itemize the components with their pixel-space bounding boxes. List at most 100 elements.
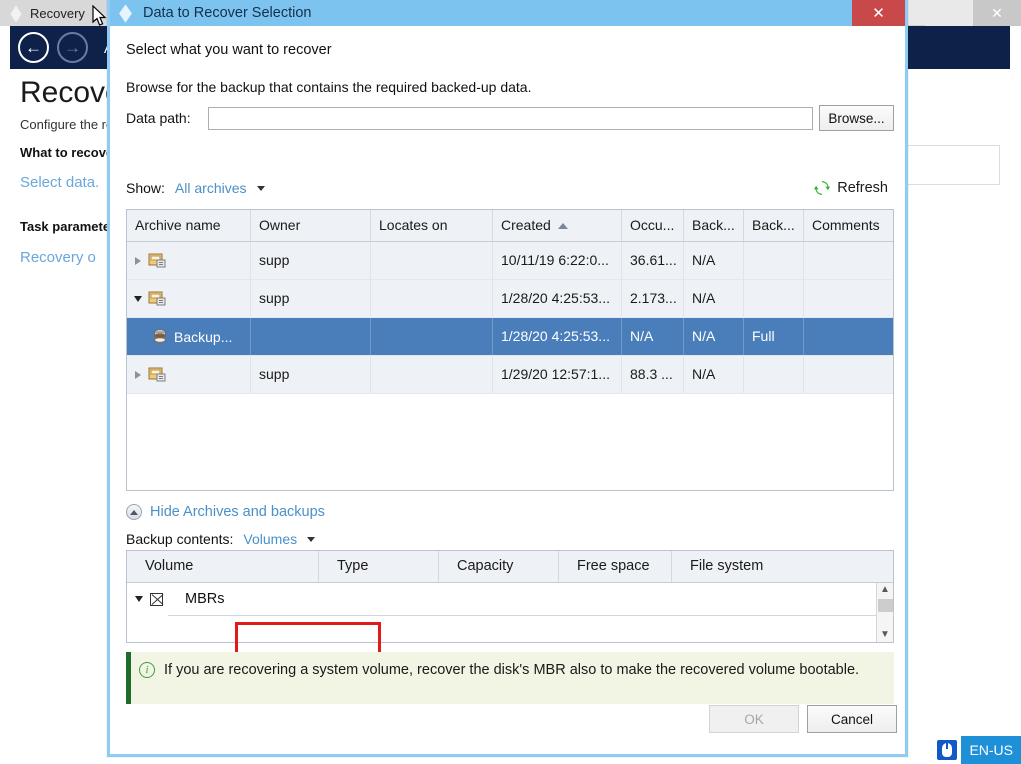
app-logo-icon bbox=[10, 6, 24, 20]
locates-on-cell bbox=[371, 356, 493, 393]
owner-cell bbox=[251, 318, 371, 355]
archive-icon bbox=[148, 366, 167, 383]
volumes-table-header: Volume Type Capacity Free space File sys… bbox=[127, 551, 893, 583]
back-arrow-icon[interactable]: ← bbox=[18, 32, 49, 63]
archive-name-cell[interactable] bbox=[127, 280, 251, 317]
column-header-occupied[interactable]: Occu... bbox=[622, 210, 684, 241]
data-to-recover-selection-dialog: Data to Recover Selection ✕ Select what … bbox=[107, 0, 908, 757]
volume-name-label: MBRs bbox=[185, 591, 225, 607]
column-header-backup-1[interactable]: Back... bbox=[684, 210, 744, 241]
archives-table-header: Archive name Owner Locates on Created Oc… bbox=[127, 210, 893, 242]
refresh-button[interactable]: Refresh bbox=[814, 180, 888, 196]
refresh-label: Refresh bbox=[837, 180, 888, 196]
info-banner-text: If you are recovering a system volume, r… bbox=[164, 662, 860, 678]
background-section-what-to-recover: What to recover bbox=[20, 145, 119, 160]
occupied-cell: 2.173... bbox=[622, 280, 684, 317]
show-label: Show: bbox=[126, 180, 165, 196]
backup-contents-row: Backup contents: Volumes bbox=[126, 531, 316, 547]
language-badge[interactable]: EN-US bbox=[961, 736, 1021, 764]
volume-checkbox-mbrs[interactable] bbox=[150, 592, 163, 606]
backup-cell-1: N/A bbox=[684, 242, 744, 279]
column-header-comments[interactable]: Comments bbox=[804, 210, 893, 241]
volumes-table-body: MBRs ▲ ▼ bbox=[127, 583, 894, 642]
chevron-down-icon[interactable] bbox=[256, 185, 265, 191]
archive-icon bbox=[148, 252, 167, 269]
archive-name-cell[interactable] bbox=[127, 356, 251, 393]
chevron-down-icon[interactable] bbox=[132, 596, 146, 602]
data-path-input[interactable] bbox=[208, 106, 813, 130]
backup-icon bbox=[153, 328, 167, 345]
table-row[interactable]: supp 10/11/19 6:22:0... 36.61... N/A bbox=[127, 242, 893, 280]
mouse-cursor bbox=[92, 4, 109, 28]
background-close-button[interactable]: ✕ bbox=[973, 0, 1021, 26]
archive-name-text: Backup... bbox=[174, 328, 233, 345]
hide-archives-and-backups-link[interactable]: Hide Archives and backups bbox=[126, 504, 325, 520]
ok-button[interactable]: OK bbox=[709, 705, 799, 733]
backup-contents-value[interactable]: Volumes bbox=[243, 531, 297, 547]
column-header-type[interactable]: Type bbox=[319, 551, 439, 582]
locates-on-cell bbox=[371, 318, 493, 355]
column-header-file-system[interactable]: File system bbox=[672, 551, 893, 582]
chevron-right-icon[interactable] bbox=[131, 256, 145, 265]
column-header-created[interactable]: Created bbox=[493, 210, 622, 241]
dialog-heading: Select what you want to recover bbox=[126, 42, 332, 58]
data-path-row: Data path: Browse... bbox=[126, 105, 894, 131]
scroll-down-icon[interactable]: ▼ bbox=[880, 628, 890, 642]
table-row-selected[interactable]: Backup... 1/28/20 4:25:53... N/A N/A Ful… bbox=[127, 318, 893, 356]
backup-cell-1: N/A bbox=[684, 280, 744, 317]
info-banner: i If you are recovering a system volume,… bbox=[126, 652, 894, 704]
comments-cell bbox=[804, 318, 893, 355]
column-header-backup-2[interactable]: Back... bbox=[744, 210, 804, 241]
show-filter-row: Show: All archives bbox=[126, 180, 265, 196]
table-row[interactable]: supp 1/28/20 4:25:53... 2.173... N/A bbox=[127, 280, 893, 318]
background-minimize-button[interactable] bbox=[925, 0, 973, 26]
dialog-body: Select what you want to recover Browse f… bbox=[110, 26, 905, 751]
owner-cell: supp bbox=[251, 280, 371, 317]
dialog-titlebar[interactable]: Data to Recover Selection bbox=[110, 0, 905, 26]
chevron-down-icon[interactable] bbox=[307, 536, 316, 542]
list-item[interactable]: MBRs bbox=[127, 583, 893, 615]
volumes-scrollbar[interactable]: ▲ ▼ bbox=[876, 583, 893, 642]
backup-cell-2 bbox=[744, 356, 804, 393]
column-header-free-space[interactable]: Free space bbox=[559, 551, 672, 582]
background-window-controls: ✕ bbox=[925, 0, 1021, 26]
chevron-right-icon[interactable] bbox=[131, 370, 145, 379]
created-cell: 1/29/20 12:57:1... bbox=[493, 356, 622, 393]
column-header-capacity[interactable]: Capacity bbox=[439, 551, 559, 582]
refresh-icon bbox=[814, 180, 831, 196]
backup-cell-2: Full bbox=[744, 318, 804, 355]
column-header-owner[interactable]: Owner bbox=[251, 210, 371, 241]
owner-cell: supp bbox=[251, 356, 371, 393]
column-header-locates-on[interactable]: Locates on bbox=[371, 210, 493, 241]
archive-icon bbox=[148, 290, 167, 307]
column-header-volume[interactable]: Volume bbox=[127, 551, 319, 582]
dialog-close-button[interactable]: ✕ bbox=[852, 0, 905, 26]
info-icon: i bbox=[139, 662, 155, 678]
background-link-select-data[interactable]: Select data. bbox=[20, 174, 99, 191]
keyboard-icon[interactable] bbox=[937, 740, 958, 760]
volume-row-divider bbox=[168, 615, 894, 616]
dialog-logo-icon bbox=[118, 5, 134, 21]
table-row[interactable]: supp 1/29/20 12:57:1... 88.3 ... N/A bbox=[127, 356, 893, 394]
created-cell: 1/28/20 4:25:53... bbox=[493, 280, 622, 317]
scroll-up-icon[interactable]: ▲ bbox=[880, 583, 890, 597]
cancel-button[interactable]: Cancel bbox=[807, 705, 897, 733]
archive-name-cell[interactable]: Backup... bbox=[127, 318, 251, 355]
background-app-tab-label: Recovery bbox=[30, 5, 85, 21]
scrollbar-thumb[interactable] bbox=[878, 599, 893, 612]
backup-contents-label: Backup contents: bbox=[126, 531, 234, 547]
column-header-created-label: Created bbox=[501, 217, 551, 233]
sort-ascending-icon bbox=[557, 223, 568, 230]
forward-arrow-icon[interactable]: → bbox=[57, 32, 88, 63]
column-header-archive-name[interactable]: Archive name bbox=[127, 210, 251, 241]
comments-cell bbox=[804, 356, 893, 393]
created-cell: 1/28/20 4:25:53... bbox=[493, 318, 622, 355]
chevron-down-icon[interactable] bbox=[131, 295, 145, 302]
archive-name-cell[interactable] bbox=[127, 242, 251, 279]
backup-cell-2 bbox=[744, 242, 804, 279]
background-link-recovery-options[interactable]: Recovery o bbox=[20, 249, 96, 266]
dialog-title: Data to Recover Selection bbox=[143, 5, 312, 21]
backup-cell-1: N/A bbox=[684, 318, 744, 355]
show-value[interactable]: All archives bbox=[175, 180, 247, 196]
browse-button[interactable]: Browse... bbox=[819, 105, 894, 131]
